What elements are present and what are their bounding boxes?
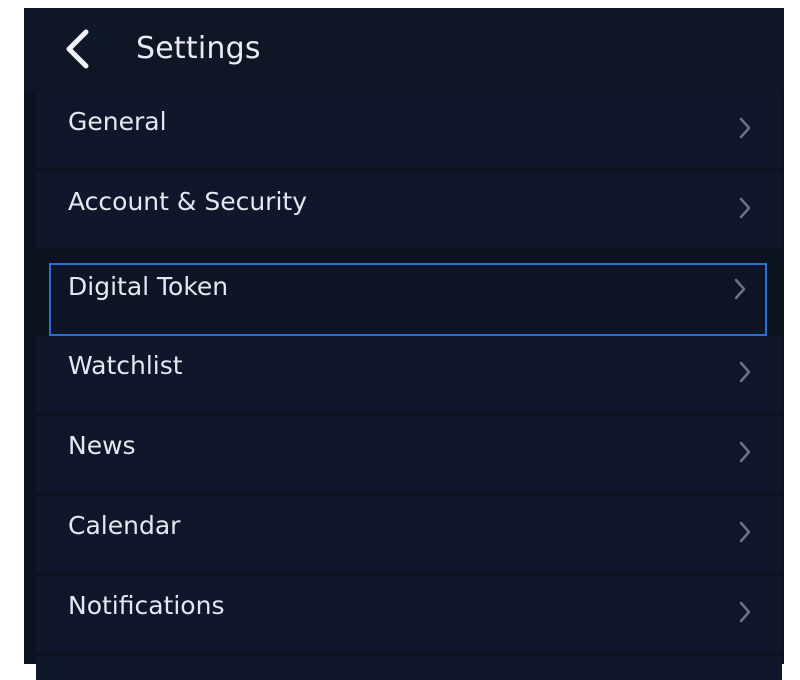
menu-item-label: Digital Token <box>68 272 229 301</box>
settings-screen: Settings General Account & Security Digi… <box>24 8 784 680</box>
menu-item-label: General <box>68 107 167 136</box>
chevron-right-icon <box>738 196 752 220</box>
menu-item-label: Watchlist <box>68 351 183 380</box>
menu-item-general[interactable]: General <box>36 92 782 168</box>
menu-item-label: Notifications <box>68 591 225 620</box>
back-button[interactable] <box>62 28 92 70</box>
chevron-right-icon <box>738 440 752 464</box>
menu-item-label: Account & Security <box>68 187 307 216</box>
menu-item-news[interactable]: News <box>36 416 782 492</box>
menu-item-notifications[interactable]: Notifications <box>36 576 782 652</box>
menu-item-watchlist[interactable]: Watchlist <box>36 336 782 412</box>
header-bar: Settings <box>24 8 784 92</box>
chevron-right-icon <box>738 360 752 384</box>
chevron-right-icon <box>738 116 752 140</box>
chevron-right-icon <box>738 520 752 544</box>
chevron-right-icon <box>738 600 752 624</box>
menu-item-label: Calendar <box>68 511 181 540</box>
menu-item-calendar[interactable]: Calendar <box>36 496 782 572</box>
menu-item-partial <box>36 656 782 680</box>
chevron-left-icon <box>62 28 92 70</box>
menu-item-label: News <box>68 431 136 460</box>
menu-item-digital-token[interactable]: Digital Token <box>49 263 767 336</box>
chevron-right-icon <box>733 277 747 301</box>
menu-item-account-security[interactable]: Account & Security <box>36 172 782 248</box>
page-title: Settings <box>136 31 261 66</box>
